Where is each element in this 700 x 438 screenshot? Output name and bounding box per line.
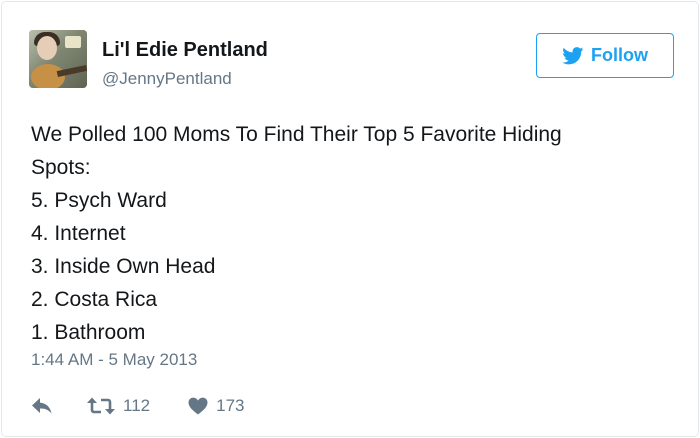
retweet-count: 112 <box>123 396 151 415</box>
tweet-line: 2. Costa Rica <box>31 288 158 311</box>
like-button[interactable]: 173 <box>180 396 244 416</box>
avatar[interactable] <box>29 30 87 88</box>
retweet-button[interactable]: 112 <box>79 396 150 416</box>
tweet-line: 5. Psych Ward <box>31 189 167 212</box>
tweet-line: 3. Inside Own Head <box>31 255 216 278</box>
tweet-card: Li'l Edie Pentland @JennyPentland Follow… <box>1 1 699 437</box>
tweet-line: 4. Internet <box>31 222 126 245</box>
tweet-line: Spots: <box>31 156 91 179</box>
user-display-name[interactable]: Li'l Edie Pentland <box>102 39 268 62</box>
twitter-bird-icon <box>562 46 584 65</box>
user-handle[interactable]: @JennyPentland <box>102 69 232 89</box>
tweet-line: We Polled 100 Moms To Find Their Top 5 F… <box>31 123 562 146</box>
tweet-actions: 112 173 <box>31 392 244 420</box>
reply-icon <box>31 397 53 415</box>
follow-button[interactable]: Follow <box>536 33 674 78</box>
follow-label: Follow <box>591 45 648 65</box>
tweet-line: 1. Bathroom <box>31 321 146 344</box>
like-count: 173 <box>216 396 245 415</box>
reply-button[interactable] <box>31 397 53 415</box>
tweet-text: We Polled 100 Moms To Find Their Top 5 F… <box>31 118 671 349</box>
heart-icon <box>188 397 208 415</box>
tweet-timestamp[interactable]: 1:44 AM - 5 May 2013 <box>31 350 197 370</box>
retweet-icon <box>87 397 115 415</box>
